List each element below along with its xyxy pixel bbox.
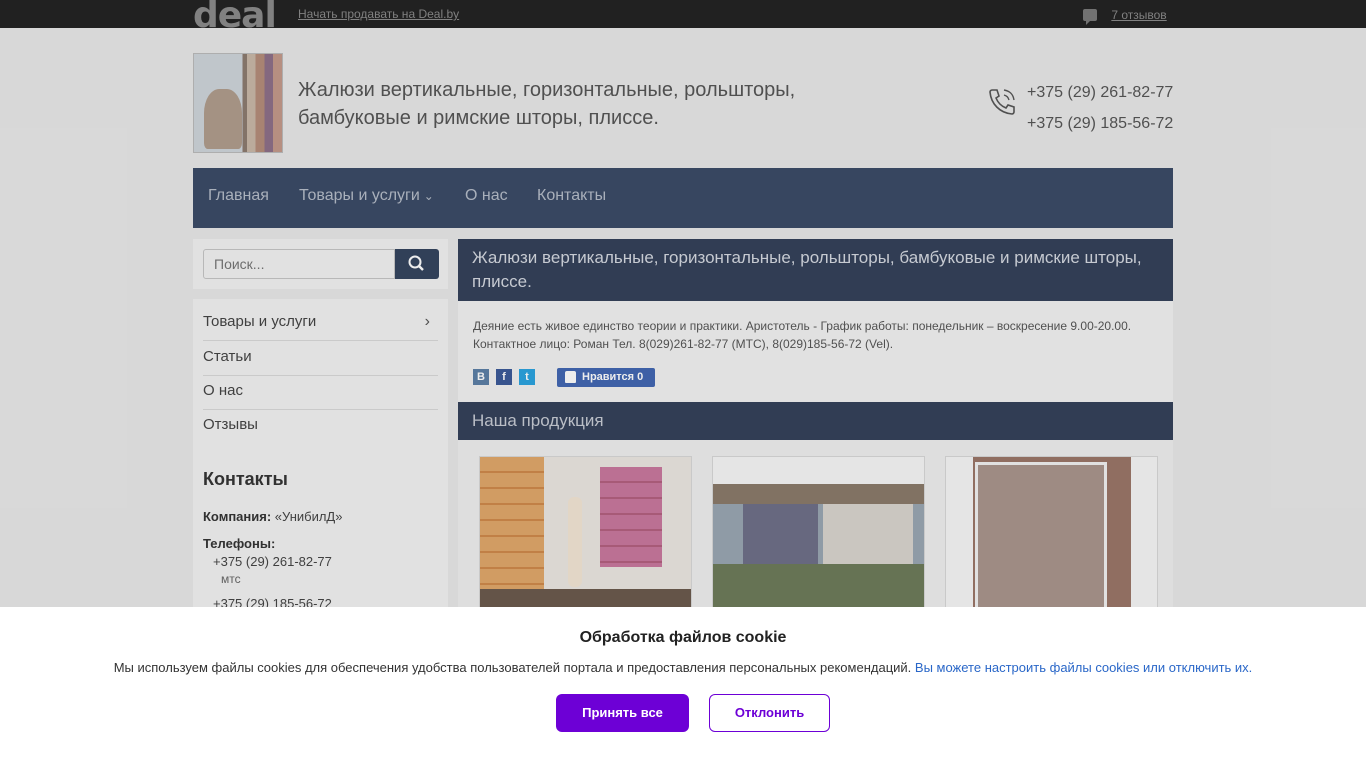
cookie-title: Обработка файлов cookie [579, 629, 787, 646]
cookie-settings-link[interactable]: Вы можете настроить файлы cookies или от… [915, 660, 1252, 675]
cookie-banner: Обработка файлов cookie Мы используем фа… [0, 607, 1366, 768]
cookie-text-row: Мы используем файлы cookies для обеспече… [0, 660, 1366, 675]
page-dim-overlay [0, 0, 1366, 607]
cookie-text: Мы используем файлы cookies для обеспече… [113, 660, 912, 675]
decline-button[interactable]: Отклонить [709, 694, 830, 732]
accept-all-button[interactable]: Принять все [556, 694, 689, 732]
